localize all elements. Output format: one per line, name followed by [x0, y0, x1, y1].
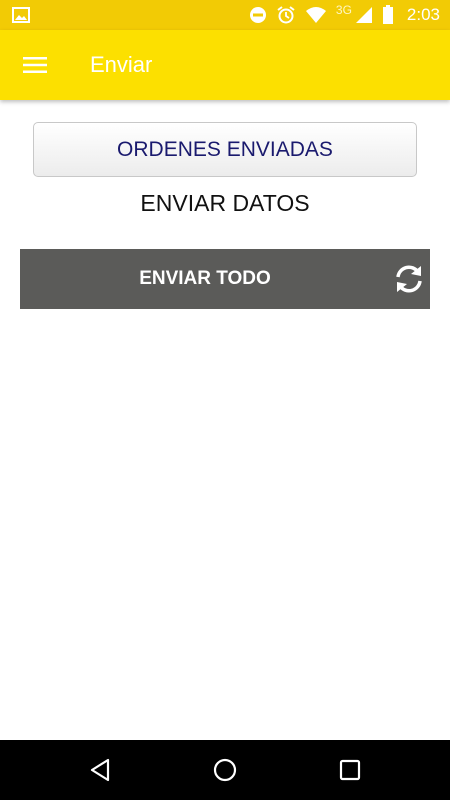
send-all-button[interactable]: ENVIAR TODO: [20, 249, 430, 309]
back-button[interactable]: [85, 755, 115, 785]
alarm-icon: [276, 5, 296, 25]
back-icon: [90, 758, 110, 782]
screen: 3G 2:03 Enviar ORDENES ENVIADAS ENVIAR D…: [0, 0, 450, 800]
status-bar: 3G 2:03: [0, 0, 450, 30]
home-button[interactable]: [210, 755, 240, 785]
signal-icon: [355, 6, 373, 24]
navigation-bar: [0, 740, 450, 800]
wifi-icon: [305, 6, 327, 24]
home-icon: [213, 758, 237, 782]
send-all-label: ENVIAR TODO: [139, 268, 271, 289]
network-type: 3G: [335, 3, 352, 17]
sync-icon[interactable]: [392, 262, 426, 296]
battery-icon: [382, 5, 394, 25]
do-not-disturb-icon: [249, 6, 267, 24]
image-notification-icon: [12, 7, 30, 23]
hamburger-menu-icon: [23, 57, 47, 73]
menu-button[interactable]: [14, 47, 56, 83]
status-icons: 3G 2:03: [249, 0, 440, 30]
section-title: ENVIAR DATOS: [140, 190, 310, 216]
page-title: Enviar: [90, 52, 153, 77]
app-bar: Enviar: [0, 30, 450, 100]
clock: 2:03: [406, 5, 440, 24]
recents-button[interactable]: [335, 755, 365, 785]
orders-sent-button[interactable]: ORDENES ENVIADAS: [33, 122, 417, 177]
recents-icon: [339, 759, 361, 781]
